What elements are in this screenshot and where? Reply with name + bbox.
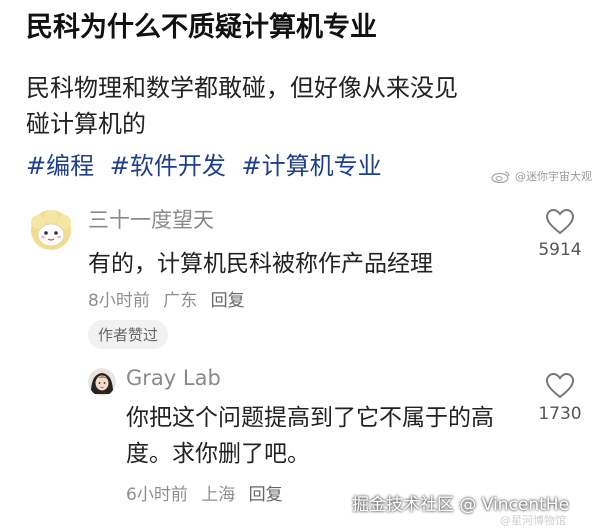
author-liked-badge: 作者赞过 [88,320,169,349]
watermark-text: @迷你宇宙大观 [515,170,592,183]
reply-username[interactable]: Gray Lab [126,366,221,390]
like-count: 1730 [538,404,582,424]
comment-text: 有的，计算机民科被称作产品经理 [88,251,433,277]
post-body-line: 碰计算机的 [26,110,146,138]
cartoon-sheep-avatar[interactable] [28,208,74,252]
post-title: 民科为什么不质疑计算机专业 [26,12,377,43]
reply-button[interactable]: 回复 [211,291,245,311]
reply-button[interactable]: 回复 [249,485,283,505]
post-body: 民科物理和数学都敢碰，但好像从来没见 碰计算机的 [26,70,586,142]
weibo-watermark: @迷你宇宙大观 [491,168,592,184]
like-button[interactable]: 5914 [532,208,588,260]
comment-location: 广东 [163,291,198,311]
girl-photo-avatar[interactable] [88,368,116,396]
heart-icon [545,208,575,235]
hashtag-coding[interactable]: #编程 [26,152,94,180]
comment-time: 8小时前 [88,291,150,311]
hashtag-cs-major[interactable]: #计算机专业 [242,152,382,180]
reply-time: 6小时前 [126,485,188,505]
weibo-icon [491,170,510,183]
reply-text: 你把这个问题提高到了它不属于的高度。求你删了吧。 [126,405,494,467]
comment-username[interactable]: 三十一度望天 [88,204,214,234]
weibo-watermark-bottom: @星河博物馆 [500,514,566,527]
post-body-line: 民科物理和数学都敢碰，但好像从来没见 [26,74,458,102]
reply-meta: 6小时前 上海 回复 [126,480,291,505]
comment-meta: 8小时前 广东 回复 [88,286,253,311]
post: 民科为什么不质疑计算机专业 民科物理和数学都敢碰，但好像从来没见 碰计算机的 #… [26,10,586,184]
like-button[interactable]: 1730 [532,372,588,424]
heart-icon [545,372,575,399]
like-count: 5914 [538,240,582,260]
hashtag-software-dev[interactable]: #软件开发 [110,152,226,180]
reply-location: 上海 [201,485,236,505]
